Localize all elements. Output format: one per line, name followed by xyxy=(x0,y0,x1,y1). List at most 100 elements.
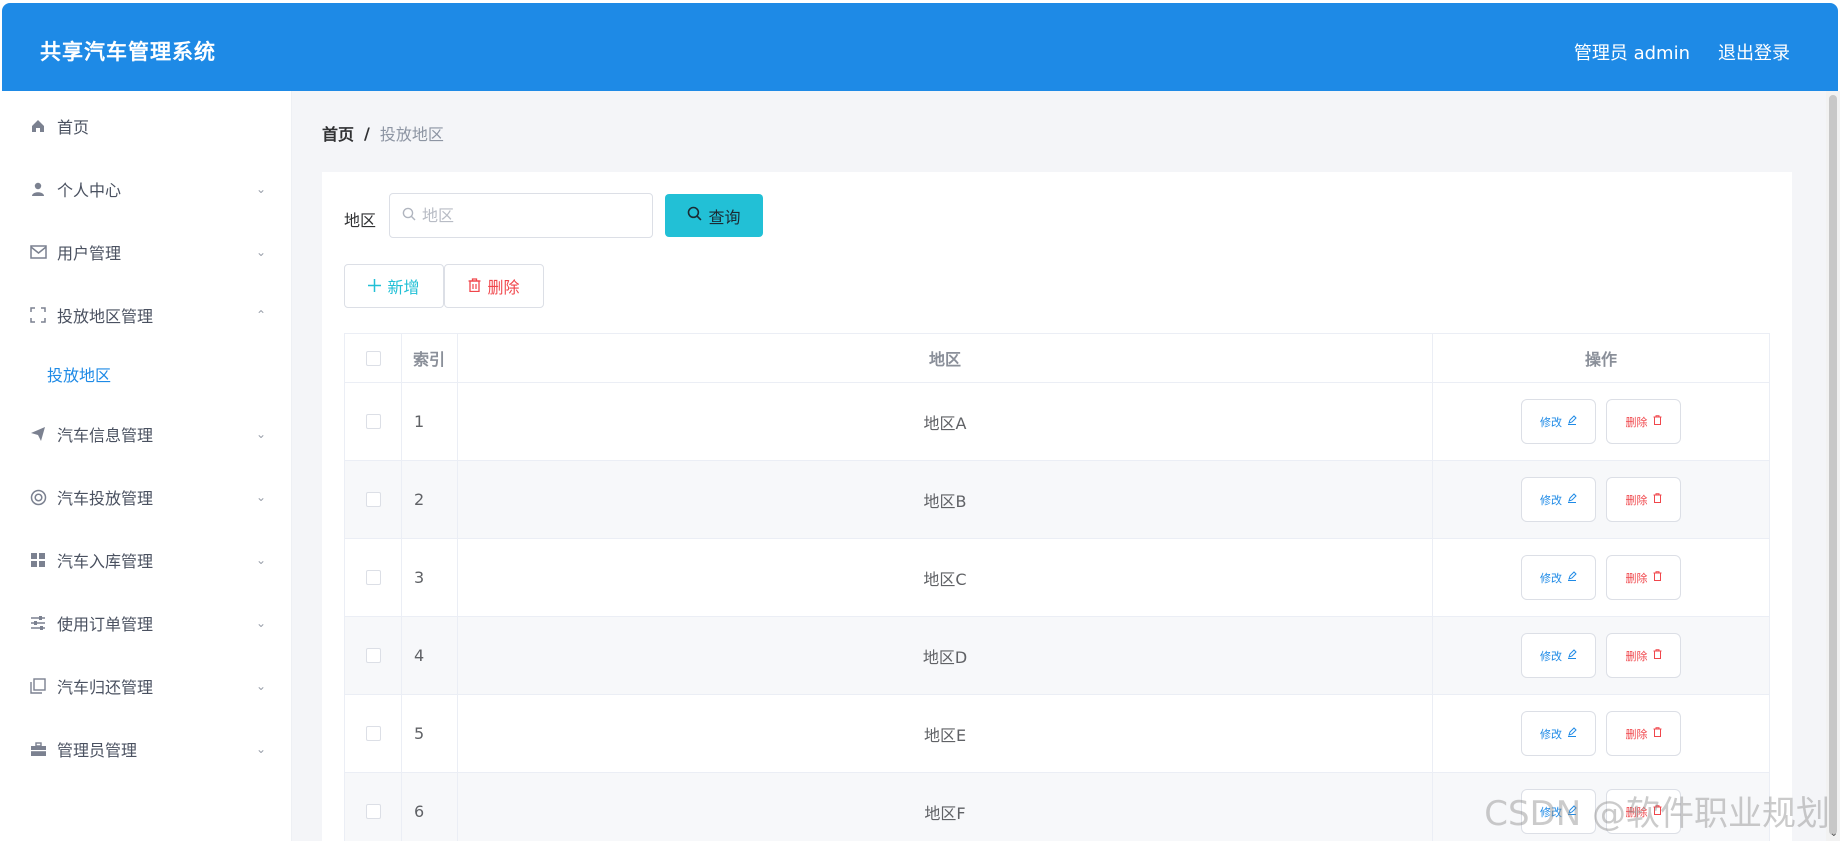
row-checkbox-cell xyxy=(345,695,402,772)
row-checkbox[interactable] xyxy=(365,726,381,741)
sidebar-item-users[interactable]: 用户管理 ⌄ xyxy=(2,230,292,274)
delete-button[interactable]: 删除 xyxy=(1606,633,1681,678)
edit-icon xyxy=(1567,493,1577,506)
scrollbar-thumb[interactable] xyxy=(1829,95,1837,835)
edit-button-label: 修改 xyxy=(1540,649,1562,663)
row-actions: 修改 删除 xyxy=(1433,383,1769,460)
select-all-checkbox[interactable] xyxy=(365,350,381,366)
row-area: 地区E xyxy=(458,695,1433,772)
sidebar-item-profile[interactable]: 个人中心 ⌄ xyxy=(2,167,292,211)
table-row: 2 地区B 修改 删除 xyxy=(345,461,1769,539)
plus-icon xyxy=(368,277,382,296)
row-checkbox[interactable] xyxy=(365,804,381,819)
current-user[interactable]: 管理员 admin xyxy=(1574,39,1690,65)
query-button-label: 查询 xyxy=(708,207,741,227)
trash-icon xyxy=(1653,727,1662,740)
sidebar-item-label: 管理员管理 xyxy=(57,741,138,760)
home-icon xyxy=(28,116,48,136)
chevron-down-icon: ⌄ xyxy=(256,742,267,756)
delete-button[interactable]: 删除 xyxy=(1606,711,1681,756)
breadcrumb-current: 投放地区 xyxy=(379,125,444,144)
logout-link[interactable]: 退出登录 xyxy=(1718,39,1790,65)
edit-button[interactable]: 修改 xyxy=(1521,555,1596,600)
sidebar-item-label: 投放地区管理 xyxy=(57,307,154,326)
row-area: 地区D xyxy=(458,617,1433,694)
region-filter-label: 地区 xyxy=(344,211,377,230)
app-title: 共享汽车管理系统 xyxy=(40,40,216,64)
row-checkbox[interactable] xyxy=(365,414,381,429)
sidebar-item-car-storage[interactable]: 汽车入库管理 ⌄ xyxy=(2,538,292,582)
breadcrumb-separator: / xyxy=(364,123,370,143)
table-row: 4 地区D 修改 删除 xyxy=(345,617,1769,695)
delete-button-label: 删除 xyxy=(1625,727,1648,741)
table-row: 1 地区A 修改 删除 xyxy=(345,383,1769,461)
user-icon xyxy=(28,179,48,199)
column-header-index: 索引 xyxy=(402,334,458,382)
trash-icon xyxy=(1653,415,1662,428)
sidebar-item-orders[interactable]: 使用订单管理 ⌄ xyxy=(2,601,292,645)
edit-icon xyxy=(1567,415,1577,428)
breadcrumb-home[interactable]: 首页 xyxy=(322,121,354,145)
row-index: 3 xyxy=(402,539,458,616)
delete-button[interactable]: 删除 xyxy=(1606,399,1681,444)
row-index: 1 xyxy=(402,383,458,460)
sidebar-item-home[interactable]: 首页 xyxy=(2,104,292,148)
row-area: 地区C xyxy=(458,539,1433,616)
table-row: 3 地区C 修改 删除 xyxy=(345,539,1769,617)
grid-icon xyxy=(28,550,48,570)
edit-button[interactable]: 修改 xyxy=(1521,477,1596,522)
sidebar: 首页 个人中心 ⌄ 用户管理 ⌄ 投放地区管理 ⌃ 投放地区 汽车信息管理 ⌄ … xyxy=(2,91,292,841)
edit-button-label: 修改 xyxy=(1540,415,1562,429)
edit-button[interactable]: 修改 xyxy=(1521,399,1596,444)
sidebar-item-region-management[interactable]: 投放地区管理 ⌃ xyxy=(2,293,292,337)
sidebar-item-car-info[interactable]: 汽车信息管理 ⌄ xyxy=(2,412,292,456)
edit-button[interactable]: 修改 xyxy=(1521,633,1596,678)
add-button[interactable]: 新增 xyxy=(344,264,444,308)
sidebar-item-label: 汽车投放管理 xyxy=(57,489,154,508)
row-checkbox-cell xyxy=(345,461,402,538)
search-icon xyxy=(402,207,416,225)
row-checkbox-cell xyxy=(345,617,402,694)
row-actions: 修改 删除 xyxy=(1433,695,1769,772)
trash-icon xyxy=(468,277,481,296)
table-header-row: 索引 地区 操作 xyxy=(345,334,1769,383)
sidebar-item-admins[interactable]: 管理员管理 ⌄ xyxy=(2,727,292,771)
edit-icon xyxy=(1567,649,1577,662)
chevron-down-icon: ⌄ xyxy=(256,490,267,504)
delete-button[interactable]: 删除 xyxy=(1606,477,1681,522)
scroll-down-icon[interactable]: ⌄ xyxy=(1830,828,1838,839)
chevron-down-icon: ⌄ xyxy=(256,245,267,259)
batch-delete-button[interactable]: 删除 xyxy=(444,264,544,308)
row-checkbox-cell xyxy=(345,383,402,460)
row-checkbox-cell xyxy=(345,773,402,841)
delete-button[interactable]: 删除 xyxy=(1606,555,1681,600)
edit-button-label: 修改 xyxy=(1540,493,1562,507)
row-actions: 修改 删除 xyxy=(1433,461,1769,538)
row-area: 地区A xyxy=(458,383,1433,460)
sidebar-item-car-deploy[interactable]: 汽车投放管理 ⌄ xyxy=(2,475,292,519)
row-checkbox[interactable] xyxy=(365,648,381,663)
row-checkbox[interactable] xyxy=(365,570,381,585)
sidebar-item-car-return[interactable]: 汽车归还管理 ⌄ xyxy=(2,664,292,708)
delete-button-label: 删除 xyxy=(1625,571,1648,585)
row-index: 6 xyxy=(402,773,458,841)
sidebar-item-label: 汽车入库管理 xyxy=(57,552,154,571)
mail-icon xyxy=(28,242,48,262)
search-icon xyxy=(687,206,702,225)
region-search-field[interactable] xyxy=(389,193,653,238)
delete-button-label: 删除 xyxy=(1625,493,1648,507)
sidebar-item-label: 用户管理 xyxy=(57,244,122,263)
row-checkbox[interactable] xyxy=(365,492,381,507)
delete-button-label: 删除 xyxy=(1625,415,1648,429)
region-search-input[interactable] xyxy=(422,206,632,225)
delete-button-label: 删除 xyxy=(1625,649,1648,663)
sidebar-subitem-region[interactable]: 投放地区 xyxy=(47,362,111,386)
row-actions: 修改 删除 xyxy=(1433,539,1769,616)
edit-button[interactable]: 修改 xyxy=(1521,711,1596,756)
query-button[interactable]: 查询 xyxy=(665,194,763,237)
sidebar-item-label: 汽车归还管理 xyxy=(57,678,154,697)
edit-button-label: 修改 xyxy=(1540,727,1562,741)
chevron-down-icon: ⌄ xyxy=(256,182,267,196)
row-checkbox-cell xyxy=(345,539,402,616)
chevron-down-icon: ⌄ xyxy=(256,679,267,693)
